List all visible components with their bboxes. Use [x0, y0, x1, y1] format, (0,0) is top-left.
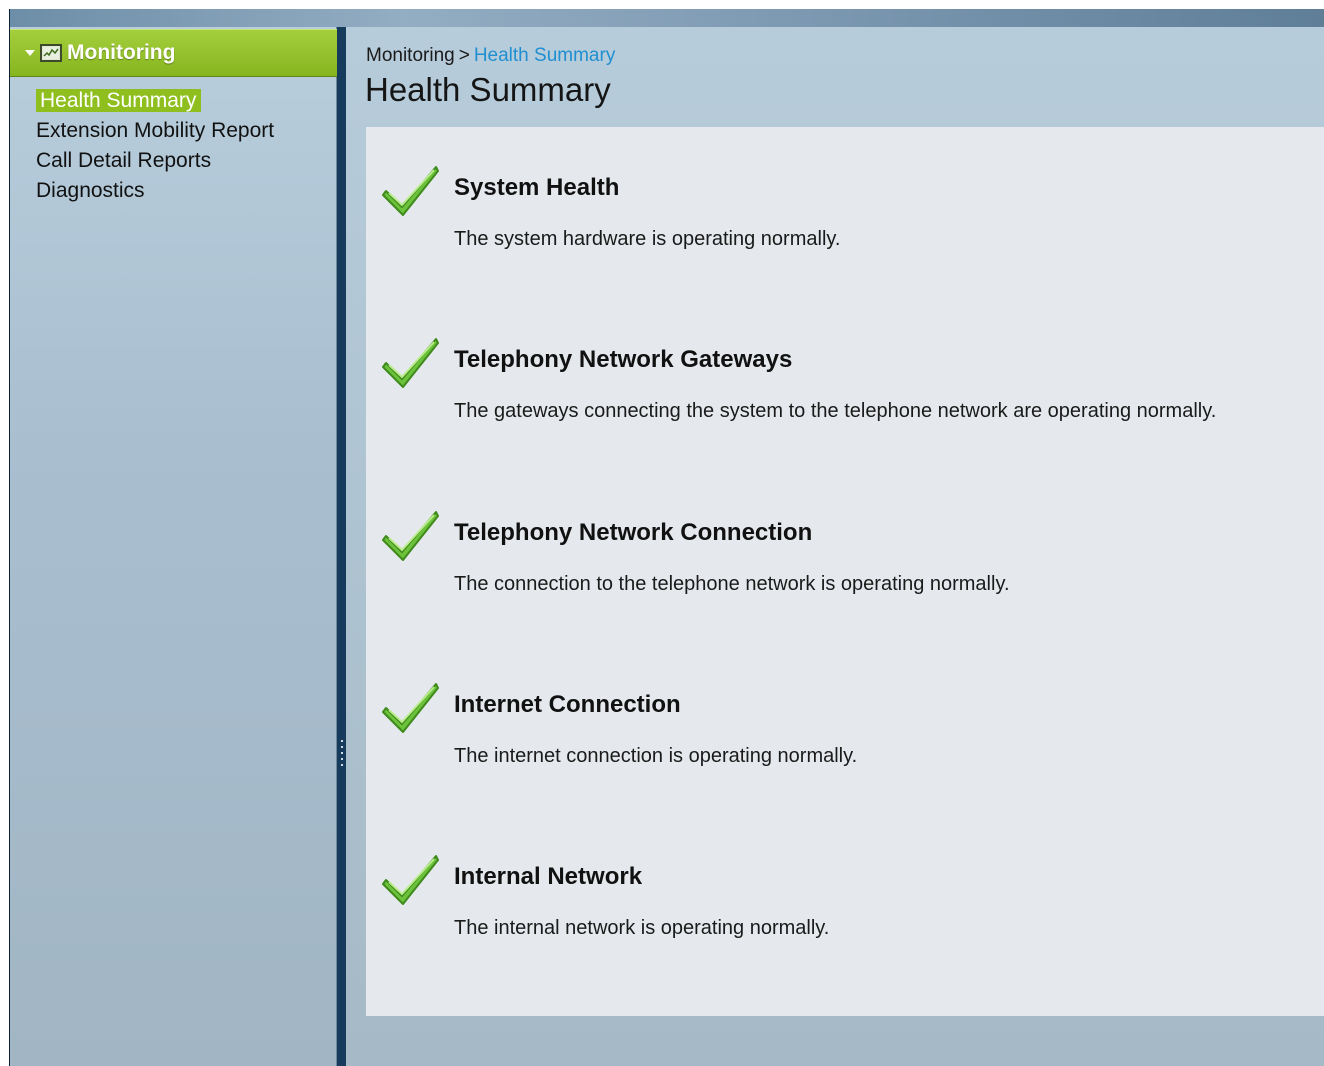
- sidebar-item-label: Health Summary: [36, 89, 202, 112]
- health-item-description: The system hardware is operating normall…: [454, 228, 841, 250]
- page-title: Health Summary: [365, 71, 611, 108]
- breadcrumb-root[interactable]: Monitoring: [366, 45, 455, 66]
- health-item-title: Telephony Network Connection: [454, 519, 813, 546]
- sidebar-item-health-summary[interactable]: Health Summary: [36, 86, 274, 116]
- check-icon: [382, 511, 439, 561]
- app-window: Monitoring Health Summary Extension Mobi…: [9, 9, 1324, 1066]
- sidebar-item-label: Call Detail Reports: [36, 149, 212, 172]
- main-content: Monitoring > Health Summary Health Summary…: [346, 27, 1324, 1066]
- grip-dot: [341, 764, 343, 766]
- health-item-title: Telephony Network Gateways: [454, 346, 793, 373]
- top-banner: [10, 9, 1324, 27]
- health-item-system-health: System Health The system hardware is ope…: [366, 163, 1324, 283]
- health-item-title: System Health: [454, 174, 620, 201]
- sidebar-section-monitoring[interactable]: Monitoring: [10, 29, 337, 77]
- health-item-title: Internal Network: [454, 863, 643, 890]
- grip-dot: [341, 758, 343, 760]
- health-item-internet-connection: Internet Connection The internet connect…: [366, 680, 1324, 800]
- health-item-telephony-gateways: Telephony Network Gateways The gateways …: [366, 335, 1324, 455]
- grip-dot: [341, 752, 343, 754]
- sidebar-item-label: Diagnostics: [36, 179, 145, 202]
- health-item-telephony-connection: Telephony Network Connection The connect…: [366, 508, 1324, 628]
- breadcrumb-separator: >: [458, 45, 470, 66]
- check-icon: [382, 338, 439, 388]
- sidebar-section-title: Monitoring: [67, 41, 176, 64]
- sidebar-item-label: Extension Mobility Report: [36, 119, 275, 142]
- splitter-handle[interactable]: [337, 27, 346, 1066]
- check-icon: [382, 683, 439, 733]
- monitor-icon: [40, 44, 62, 62]
- health-item-description: The internal network is operating normal…: [454, 917, 830, 939]
- sidebar-item-extension-mobility-report[interactable]: Extension Mobility Report: [36, 116, 274, 146]
- health-item-description: The internet connection is operating nor…: [454, 745, 858, 767]
- health-item-description: The gateways connecting the system to th…: [454, 400, 1217, 422]
- grip-dot: [341, 740, 343, 742]
- breadcrumb-current[interactable]: Health Summary: [474, 45, 616, 66]
- health-item-description: The connection to the telephone network …: [454, 573, 1010, 595]
- sidebar-item-diagnostics[interactable]: Diagnostics: [36, 176, 274, 206]
- check-icon: [382, 855, 439, 905]
- sidebar-nav: Health Summary Extension Mobility Report…: [36, 86, 274, 206]
- health-panel: System Health The system hardware is ope…: [366, 127, 1324, 1016]
- health-item-internal-network: Internal Network The internal network is…: [366, 852, 1324, 972]
- breadcrumb: Monitoring > Health Summary: [366, 45, 615, 67]
- sidebar-item-call-detail-reports[interactable]: Call Detail Reports: [36, 146, 274, 176]
- check-icon: [382, 166, 439, 216]
- health-item-title: Internet Connection: [454, 691, 681, 718]
- sidebar: Monitoring Health Summary Extension Mobi…: [10, 27, 337, 1066]
- grip-dot: [341, 746, 343, 748]
- caret-down-icon[interactable]: [25, 50, 35, 56]
